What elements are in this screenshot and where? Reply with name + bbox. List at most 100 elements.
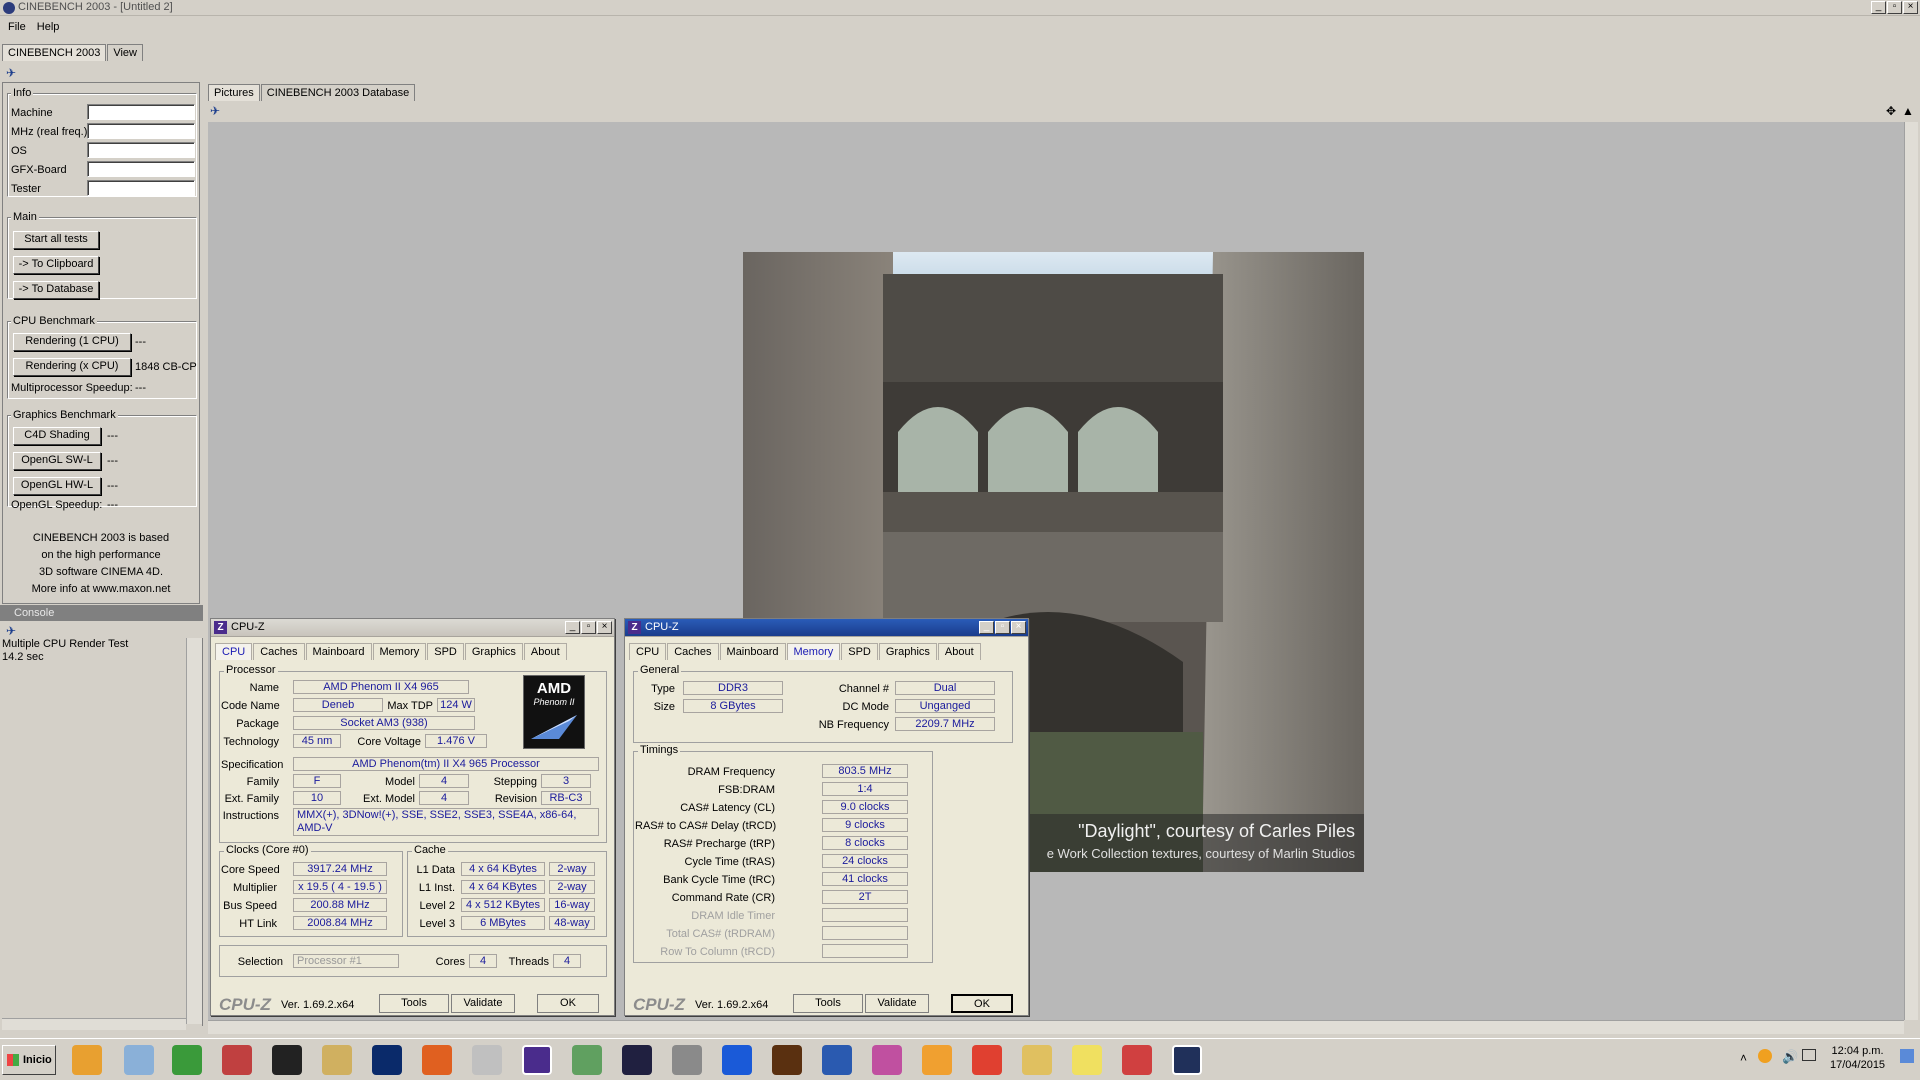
view-hscrollbar[interactable] xyxy=(208,1020,1904,1034)
app-green-icon[interactable] xyxy=(172,1045,202,1075)
mhz-field[interactable] xyxy=(87,123,195,139)
cpuz2-tab-mainboard[interactable]: Mainboard xyxy=(719,643,786,660)
sublime-icon[interactable] xyxy=(922,1045,952,1075)
opengl-swl-result: --- xyxy=(107,455,118,467)
tab-database[interactable]: CINEBENCH 2003 Database xyxy=(260,84,416,101)
cpuz-tab-caches[interactable]: Caches xyxy=(253,643,305,660)
cpuz2-tab-cpu[interactable]: CPU xyxy=(629,643,667,660)
zoom-icon[interactable]: ▲ xyxy=(1902,104,1914,118)
view-vscrollbar[interactable] xyxy=(1904,122,1918,1020)
opengl-hwl-button[interactable]: OpenGL HW-L xyxy=(13,477,101,495)
os-field[interactable] xyxy=(87,142,195,158)
volume-icon[interactable]: 🔊 xyxy=(1782,1049,1798,1065)
word-icon[interactable] xyxy=(822,1045,852,1075)
snipping-tool-icon[interactable] xyxy=(222,1045,252,1075)
tray-arrow-icon[interactable]: ˄ xyxy=(1740,1051,1747,1065)
firefox-icon[interactable] xyxy=(422,1045,452,1075)
start-button[interactable]: Inicio xyxy=(2,1045,56,1075)
cpuz2-close-button[interactable]: × xyxy=(1011,621,1026,634)
cpuz-tab-spd[interactable]: SPD xyxy=(427,643,464,660)
menu-help[interactable]: Help xyxy=(37,18,60,36)
steam-icon[interactable] xyxy=(272,1045,302,1075)
gfx-board-field[interactable] xyxy=(87,161,195,177)
chart-app-icon[interactable] xyxy=(872,1045,902,1075)
to-database-button[interactable]: -> To Database xyxy=(13,281,99,299)
pin-icon[interactable]: ✈ xyxy=(6,66,16,80)
move-icon[interactable]: ✥ xyxy=(1886,104,1896,118)
cpuz-tab-memory[interactable]: Memory xyxy=(372,643,427,660)
photoshop-icon[interactable] xyxy=(372,1045,402,1075)
machine-field[interactable] xyxy=(87,104,195,120)
media-player-icon[interactable] xyxy=(72,1045,102,1075)
tools-button[interactable]: Tools xyxy=(379,994,449,1013)
folder-icon[interactable] xyxy=(1072,1045,1102,1075)
level2-ways: 16-way xyxy=(549,898,595,912)
superpi-icon[interactable] xyxy=(722,1045,752,1075)
network-icon[interactable] xyxy=(1802,1049,1816,1061)
action-center-icon[interactable] xyxy=(1900,1049,1914,1063)
phenom-swoosh-icon xyxy=(531,715,577,739)
tray-app-icon[interactable] xyxy=(1758,1049,1772,1063)
explorer-icon[interactable] xyxy=(1022,1045,1052,1075)
console-pin-icon[interactable]: ✈ xyxy=(6,624,16,638)
pi-icon[interactable] xyxy=(772,1045,802,1075)
cpuz2-tab-graphics[interactable]: Graphics xyxy=(878,643,937,660)
cpuz-tab-cpu[interactable]: CPU xyxy=(215,643,253,660)
paint-icon[interactable] xyxy=(322,1045,352,1075)
itunes-icon[interactable] xyxy=(472,1045,502,1075)
menu-file[interactable]: File xyxy=(8,18,26,36)
rendering-xcpu-button[interactable]: Rendering (x CPU) xyxy=(13,358,131,376)
cpuz2-tab-memory[interactable]: Memory xyxy=(786,643,841,660)
cpuz-taskbar-icon[interactable] xyxy=(522,1045,552,1075)
cpuz-tab-about[interactable]: About xyxy=(523,643,567,660)
tab-view[interactable]: View xyxy=(107,44,143,61)
tab-pictures[interactable]: Pictures xyxy=(208,84,260,101)
tab-cinebench[interactable]: CINEBENCH 2003 xyxy=(2,44,107,61)
cpuz2-minimize-button[interactable]: _ xyxy=(979,621,994,634)
cinema4d-icon[interactable] xyxy=(622,1045,652,1075)
cpuz2-tools-button[interactable]: Tools xyxy=(793,994,863,1013)
cpuz2-max-button[interactable]: ▫ xyxy=(995,621,1010,634)
close-button[interactable]: × xyxy=(1903,1,1918,14)
rendering-xcpu-result: 1848 CB-CPU xyxy=(135,361,197,373)
level3-value: 6 MBytes xyxy=(461,916,545,930)
app-gear-icon[interactable] xyxy=(672,1045,702,1075)
cpuz-close-button[interactable]: × xyxy=(597,621,612,634)
chrome-icon[interactable] xyxy=(972,1045,1002,1075)
restore-button[interactable]: ▫ xyxy=(1887,1,1902,14)
cpuz-max-button[interactable]: ▫ xyxy=(581,621,596,634)
cpuz-minimize-button[interactable]: _ xyxy=(565,621,580,634)
console-hscrollbar[interactable] xyxy=(2,1018,186,1030)
ccleaner-icon[interactable] xyxy=(1122,1045,1152,1075)
cpuz-titlebar-2: Z CPU-Z _ ▫ × xyxy=(625,619,1028,637)
opengl-swl-button[interactable]: OpenGL SW-L xyxy=(13,452,101,470)
view-pin-icon[interactable]: ✈ xyxy=(210,104,220,118)
processor-select[interactable]: Processor #1 xyxy=(293,954,399,968)
cpuz-tab-graphics[interactable]: Graphics xyxy=(464,643,523,660)
cpuz2-tab-spd[interactable]: SPD xyxy=(841,643,878,660)
calculator-icon[interactable] xyxy=(124,1045,154,1075)
cpuz-tab-mainboard[interactable]: Mainboard xyxy=(305,643,372,660)
c4d-shading-button[interactable]: C4D Shading xyxy=(13,427,101,445)
cinebench-taskbar-icon[interactable] xyxy=(1172,1045,1202,1075)
clock[interactable]: 12:04 p.m. 17/04/2015 xyxy=(1830,1044,1885,1072)
to-clipboard-button[interactable]: -> To Clipboard xyxy=(13,256,99,274)
minimize-button[interactable]: _ xyxy=(1871,1,1886,14)
package-label: Package xyxy=(236,718,279,730)
start-all-tests-button[interactable]: Start all tests xyxy=(13,231,99,249)
tester-field[interactable] xyxy=(87,180,195,196)
about-line-1: CINEBENCH 2003 is based xyxy=(32,532,170,544)
ht-link-value: 2008.84 MHz xyxy=(293,916,387,930)
ok-button[interactable]: OK xyxy=(537,994,599,1013)
cpuz2-validate-button[interactable]: Validate xyxy=(865,994,929,1013)
cpuz2-tab-caches[interactable]: Caches xyxy=(667,643,719,660)
rendering-1cpu-button[interactable]: Rendering (1 CPU) xyxy=(13,333,131,351)
specification-label: Specification xyxy=(221,759,284,771)
console-scrollbar[interactable] xyxy=(186,638,202,1024)
cpuz2-ok-button[interactable]: OK xyxy=(951,994,1013,1013)
console-header[interactable]: Console xyxy=(0,605,203,621)
timing-value: 8 clocks xyxy=(822,836,908,850)
map-icon[interactable] xyxy=(572,1045,602,1075)
cpuz2-tab-about[interactable]: About xyxy=(937,643,981,660)
validate-button[interactable]: Validate xyxy=(451,994,515,1013)
